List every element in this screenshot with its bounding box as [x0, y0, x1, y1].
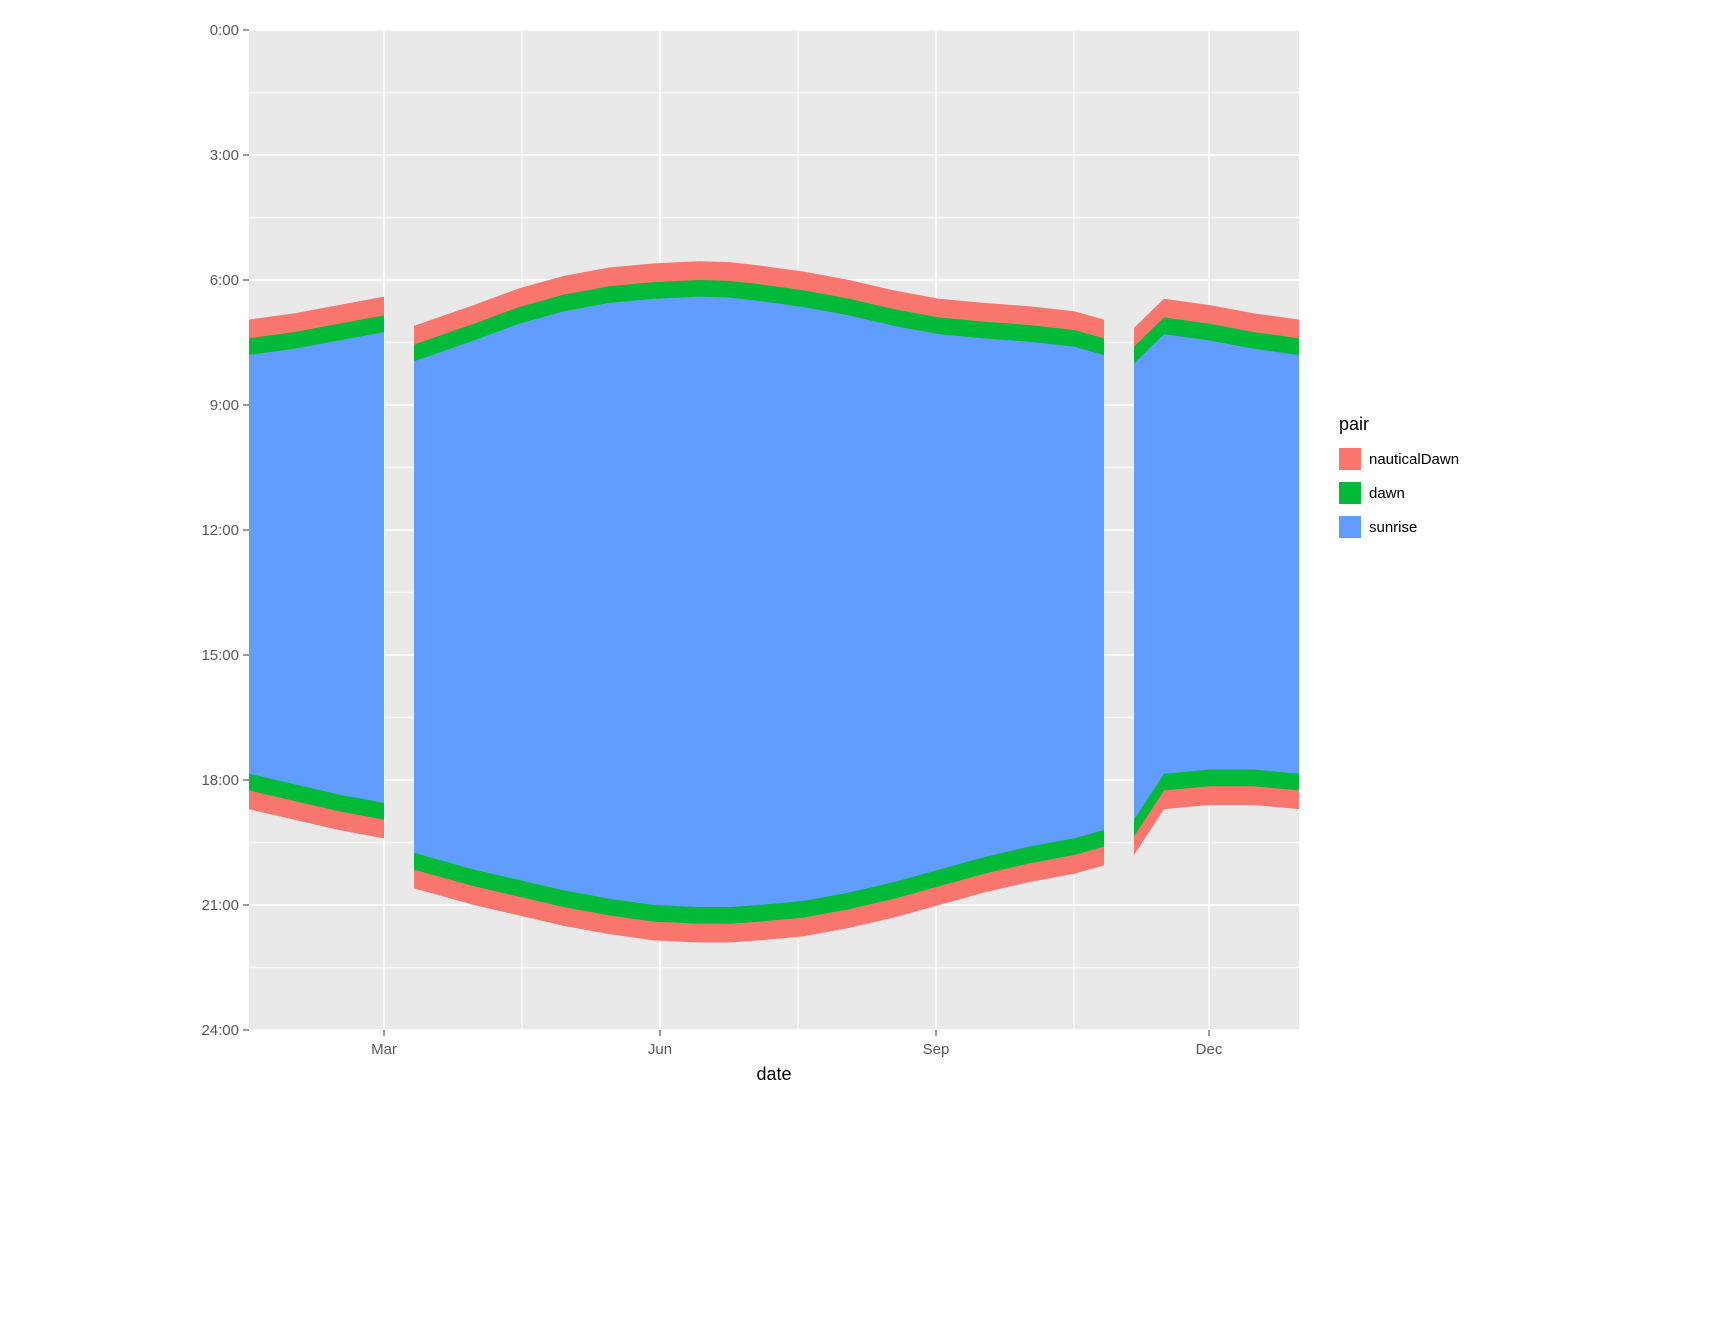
- legend-label: nauticalDawn: [1369, 451, 1459, 468]
- y-tick-label: 12:00: [201, 522, 239, 539]
- y-tick-label: 0:00: [210, 22, 239, 39]
- y-tick-label: 9:00: [210, 397, 239, 414]
- y-tick-label: 21:00: [201, 897, 239, 914]
- legend-label: sunrise: [1369, 519, 1417, 536]
- legend-swatch: [1339, 482, 1361, 504]
- legend: pairnauticalDawn dawn sunrise: [1339, 414, 1459, 538]
- y-tick-label: 24:00: [201, 1022, 239, 1039]
- y-tick-label: 15:00: [201, 647, 239, 664]
- x-tick-label: Mar: [371, 1041, 397, 1058]
- x-tick-label: Sep: [923, 1041, 950, 1058]
- x-tick-label: Dec: [1196, 1041, 1223, 1058]
- legend-title: pair: [1339, 414, 1369, 434]
- legend-item-nauticalDawn: nauticalDawn: [1339, 448, 1459, 470]
- legend-item-sunrise: sunrise: [1339, 516, 1417, 538]
- x-tick-label: Jun: [648, 1041, 672, 1058]
- chart-container: 0:00 3:00 6:00 9:00 12:00 15:00 18:00 21:00 24:0…: [164, 20, 1564, 1120]
- y-tick-label: 18:00: [201, 772, 239, 789]
- y-tick-label: 6:00: [210, 272, 239, 289]
- legend-label: dawn: [1369, 485, 1405, 502]
- legend-item-dawn: dawn: [1339, 482, 1405, 504]
- legend-swatch: [1339, 448, 1361, 470]
- daylight-area-chart: 0:00 3:00 6:00 9:00 12:00 15:00 18:00 21:00 24:0…: [164, 20, 1564, 1120]
- legend-swatch: [1339, 516, 1361, 538]
- x-axis-label: date: [756, 1064, 791, 1084]
- y-tick-label: 3:00: [210, 147, 239, 164]
